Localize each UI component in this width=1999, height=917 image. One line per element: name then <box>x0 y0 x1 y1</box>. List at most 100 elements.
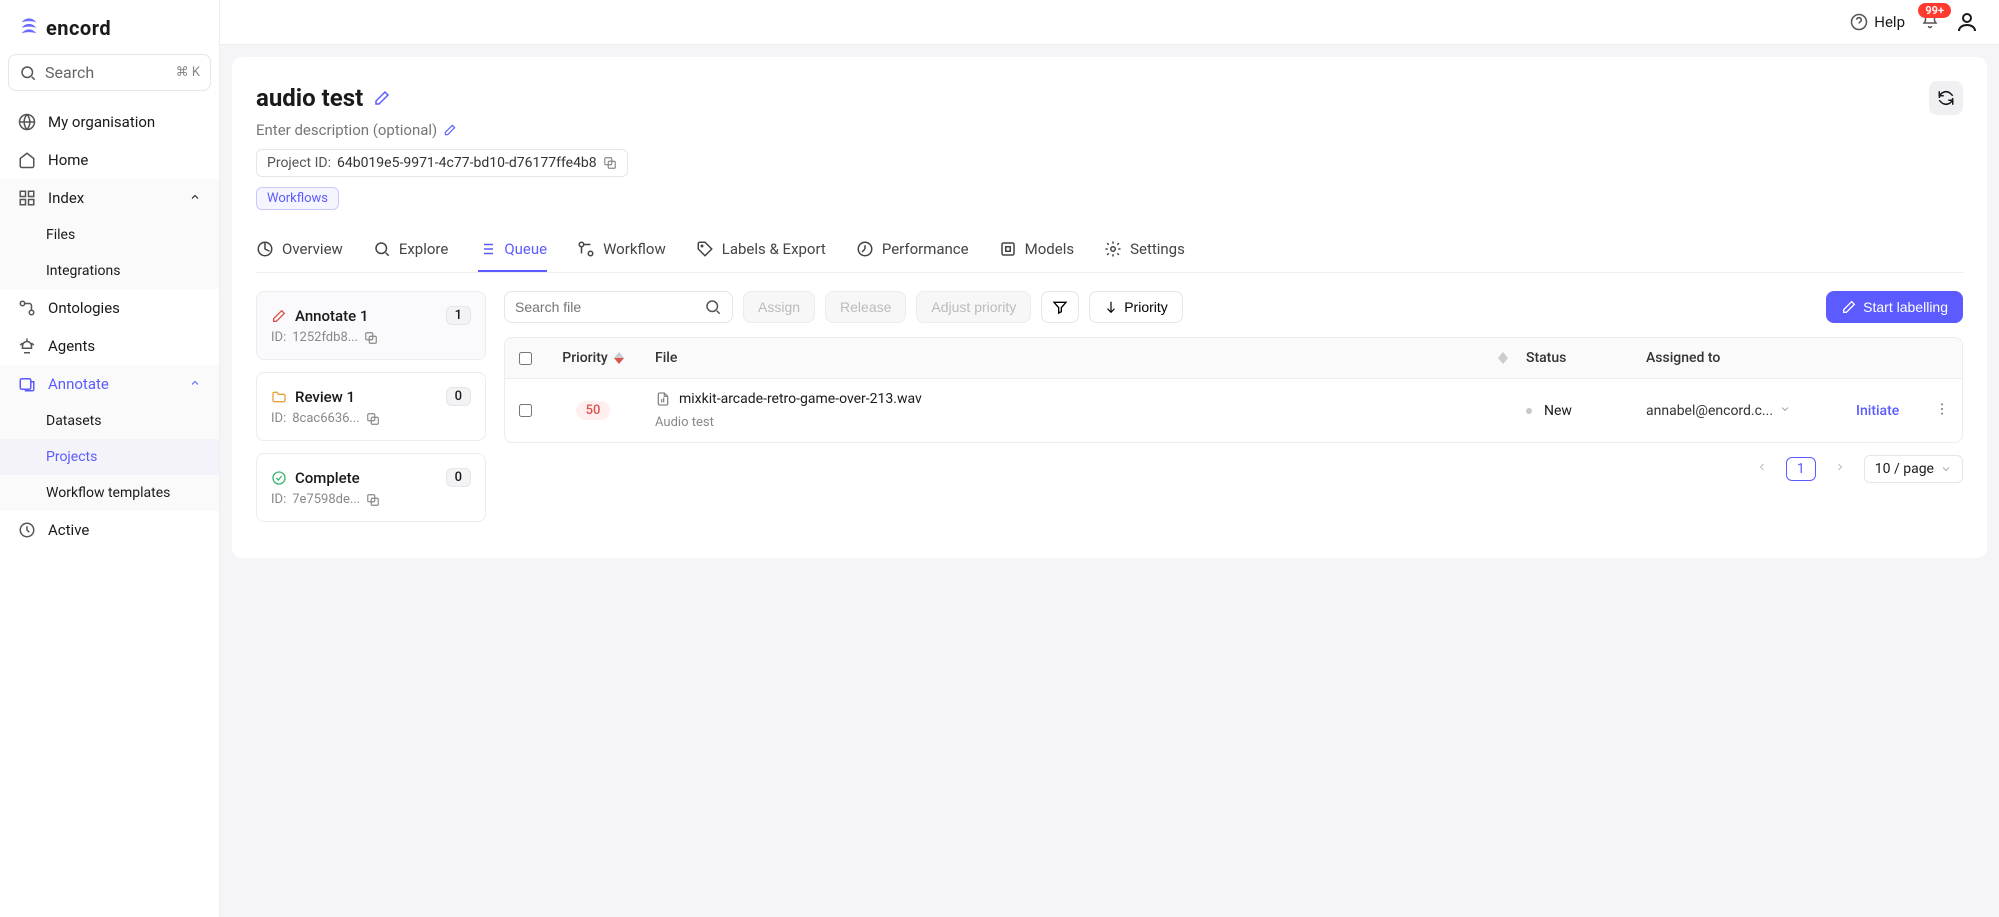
start-labelling-button[interactable]: Start labelling <box>1826 291 1963 323</box>
grid-icon <box>18 189 36 207</box>
prev-page-button[interactable] <box>1748 457 1776 481</box>
tab-overview[interactable]: Overview <box>256 230 343 272</box>
next-page-button[interactable] <box>1826 457 1854 481</box>
pagination: 1 10 / page <box>504 455 1963 483</box>
agents-icon <box>18 337 36 355</box>
initiate-button[interactable]: Initiate <box>1856 403 1899 419</box>
refresh-button[interactable] <box>1929 81 1963 115</box>
search-icon <box>704 298 722 316</box>
filter-button[interactable] <box>1041 291 1079 323</box>
project-id-label: Project ID: <box>267 155 331 171</box>
project-id-chip: Project ID: 64b019e5-9971-4c77-bd10-d761… <box>256 149 628 177</box>
edit-description-button[interactable] <box>443 123 457 137</box>
sidebar-label-org: My organisation <box>48 113 155 131</box>
table-header: Priority File Status Assigned to <box>505 338 1962 379</box>
chevron-left-icon <box>1756 461 1768 473</box>
copy-stage-id-button[interactable] <box>364 331 378 345</box>
th-status[interactable]: Status <box>1512 338 1632 378</box>
globe-icon <box>18 113 36 131</box>
tab-workflow[interactable]: Workflow <box>577 230 666 272</box>
copy-stage-id-button[interactable] <box>366 412 380 426</box>
sidebar-item-org[interactable]: My organisation <box>0 103 219 141</box>
edit-title-button[interactable] <box>373 89 391 107</box>
filter-icon <box>1052 299 1068 315</box>
chevron-down-icon <box>1940 463 1952 475</box>
search-file-input[interactable] <box>504 291 733 323</box>
queue-table: Priority File Status Assigned to 50 <box>504 337 1963 443</box>
sidebar-label-home: Home <box>48 151 88 169</box>
notifications-button[interactable]: 99+ <box>1921 11 1939 33</box>
sidebar-label-active: Active <box>48 521 89 539</box>
chevron-right-icon <box>1834 461 1846 473</box>
priority-chip: 50 <box>576 401 611 420</box>
help-label: Help <box>1874 13 1905 31</box>
topbar: Help 99+ <box>220 0 1999 45</box>
copy-stage-id-button[interactable] <box>366 493 380 507</box>
row-menu-button[interactable] <box>1934 401 1950 421</box>
sidebar-item-index[interactable]: Index <box>0 179 219 217</box>
page-number[interactable]: 1 <box>1786 457 1816 481</box>
sidebar-item-integrations[interactable]: Integrations <box>0 253 219 289</box>
th-priority[interactable]: Priority <box>545 338 641 378</box>
tab-queue[interactable]: Queue <box>478 230 547 272</box>
sidebar-item-agents[interactable]: Agents <box>0 327 219 365</box>
sort-icon <box>1498 352 1508 364</box>
file-name[interactable]: mixkit-arcade-retro-game-over-213.wav <box>679 391 922 407</box>
select-all-checkbox[interactable] <box>519 351 532 366</box>
logo[interactable]: encord <box>0 12 219 54</box>
sidebar-item-home[interactable]: Home <box>0 141 219 179</box>
audio-file-icon <box>655 391 671 407</box>
sidebar-item-templates[interactable]: Workflow templates <box>0 475 219 511</box>
tab-settings[interactable]: Settings <box>1104 230 1185 272</box>
th-file[interactable]: File <box>641 338 1484 378</box>
search-file-field[interactable] <box>515 299 696 315</box>
tabs: Overview Explore Queue Workflow Labels &… <box>256 230 1963 273</box>
workflow-icon <box>577 240 595 258</box>
stage-label: Annotate 1 <box>295 307 368 325</box>
table-row: 50 mixkit-arcade-retro-game-over-213.wav… <box>505 379 1962 442</box>
tab-models[interactable]: Models <box>999 230 1074 272</box>
sidebar-item-datasets[interactable]: Datasets <box>0 403 219 439</box>
sidebar-item-annotate[interactable]: Annotate <box>0 365 219 403</box>
overview-icon <box>256 240 274 258</box>
arrow-down-icon <box>1104 300 1118 314</box>
check-circle-icon <box>271 470 287 486</box>
copy-project-id-button[interactable] <box>603 156 617 170</box>
help-button[interactable]: Help <box>1850 13 1905 31</box>
tab-labels[interactable]: Labels & Export <box>696 230 826 272</box>
priority-sort-button[interactable]: Priority <box>1089 291 1183 323</box>
global-search[interactable]: Search ⌘ K <box>8 54 211 91</box>
sidebar-item-ontologies[interactable]: Ontologies <box>0 289 219 327</box>
status-label: New <box>1544 403 1572 419</box>
search-shortcut: ⌘ K <box>176 65 200 80</box>
sidebar-item-active[interactable]: Active <box>0 511 219 549</box>
sidebar-item-files[interactable]: Files <box>0 217 219 253</box>
active-icon <box>18 521 36 539</box>
stage-complete[interactable]: Complete 0 ID: 7e7598de... <box>256 453 486 522</box>
edit-icon <box>1841 299 1857 315</box>
notification-count: 99+ <box>1918 3 1951 18</box>
stage-annotate[interactable]: Annotate 1 1 ID: 1252fdb8... <box>256 291 486 360</box>
sidebar: encord Search ⌘ K My organisation Home I… <box>0 0 220 917</box>
queue-icon <box>478 240 496 258</box>
status-dot-icon <box>1526 408 1532 414</box>
assignee-select[interactable]: annabel@encord.c... <box>1646 403 1791 419</box>
assign-button: Assign <box>743 291 815 323</box>
sidebar-item-projects[interactable]: Projects <box>0 439 219 475</box>
user-icon <box>1955 10 1979 34</box>
workflows-badge: Workflows <box>256 187 339 210</box>
stage-review[interactable]: Review 1 0 ID: 8cac6636... <box>256 372 486 441</box>
tab-performance[interactable]: Performance <box>856 230 969 272</box>
row-checkbox[interactable] <box>519 403 532 418</box>
page-size-select[interactable]: 10 / page <box>1864 455 1963 483</box>
th-assigned[interactable]: Assigned to <box>1632 338 1842 378</box>
tab-explore[interactable]: Explore <box>373 230 449 272</box>
search-placeholder: Search <box>45 63 94 82</box>
project-card: audio test Enter description (optional) … <box>232 57 1987 558</box>
pencil-icon <box>271 308 287 324</box>
project-description-placeholder[interactable]: Enter description (optional) <box>256 121 437 139</box>
user-menu[interactable] <box>1955 10 1979 34</box>
stage-list: Annotate 1 1 ID: 1252fdb8... Review 1 0 <box>256 291 486 534</box>
stage-count: 0 <box>446 468 471 487</box>
release-button: Release <box>825 291 906 323</box>
